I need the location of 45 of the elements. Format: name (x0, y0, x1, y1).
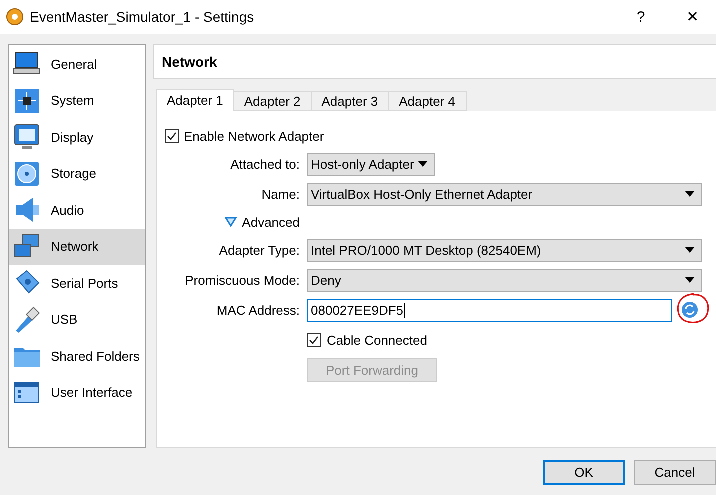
cancel-button[interactable]: Cancel (634, 460, 716, 485)
sidebar-item[interactable]: Serial Ports (9, 265, 145, 302)
page-title: Network (153, 44, 716, 79)
tab[interactable]: Adapter 3 (310, 91, 390, 111)
sidebar-item[interactable]: Audio (9, 192, 145, 228)
dropdown[interactable]: Host-only Adapter (307, 152, 435, 176)
checkbox[interactable] (165, 129, 179, 143)
checkbox-label[interactable]: Enable Network Adapter (184, 128, 324, 144)
refresh-icon[interactable] (681, 301, 699, 319)
tab[interactable]: Adapter 1 (156, 89, 234, 111)
caret-icon (685, 191, 695, 197)
chip-icon (13, 86, 41, 115)
sidebar-item[interactable]: Display (9, 119, 145, 156)
checkbox-label[interactable]: Cable Connected (327, 332, 428, 348)
expander-triangle-icon[interactable] (225, 217, 238, 227)
ok-button[interactable]: OK (543, 460, 625, 485)
dropdown[interactable]: Intel PRO/1000 MT Desktop (82540EM) (307, 238, 702, 262)
sidebar-item[interactable]: User Interface (9, 374, 145, 411)
window-title: EventMaster_Simulator_1 - Settings (30, 9, 256, 25)
sidebar-item[interactable]: USB (9, 302, 145, 338)
caret-icon (418, 161, 428, 167)
sidebar-item[interactable]: Shared Folders (9, 338, 145, 374)
tab[interactable]: Adapter 2 (233, 91, 312, 111)
speaker-icon (13, 196, 41, 224)
usb-plug-icon (13, 306, 41, 334)
caret-icon (685, 277, 695, 283)
sidebar-item[interactable]: Network (9, 228, 145, 265)
field-label: Attached to: (230, 156, 300, 172)
tab[interactable]: Adapter 4 (388, 91, 466, 111)
close-button[interactable]: ✕ (670, 0, 716, 34)
sidebar-item[interactable]: System (9, 82, 145, 119)
input-field[interactable]: 080027EE9DF5 (307, 298, 672, 322)
sidebar-item[interactable]: Storage (9, 156, 145, 192)
caret-icon (685, 247, 695, 253)
checkbox[interactable] (307, 333, 321, 347)
field-label: MAC Address: (216, 302, 300, 318)
expander-label[interactable]: Advanced (242, 214, 300, 230)
dropdown[interactable]: Deny (307, 268, 702, 292)
field-label: Name: (262, 186, 300, 202)
field-label: Promiscuous Mode: (185, 272, 300, 288)
sidebar-item[interactable]: General (9, 46, 145, 82)
monitor-icon (13, 123, 41, 152)
field-label: Adapter Type: (219, 242, 300, 258)
dropdown[interactable]: VirtualBox Host-Only Ethernet Adapter (307, 182, 702, 206)
help-button[interactable]: ? (618, 0, 664, 34)
